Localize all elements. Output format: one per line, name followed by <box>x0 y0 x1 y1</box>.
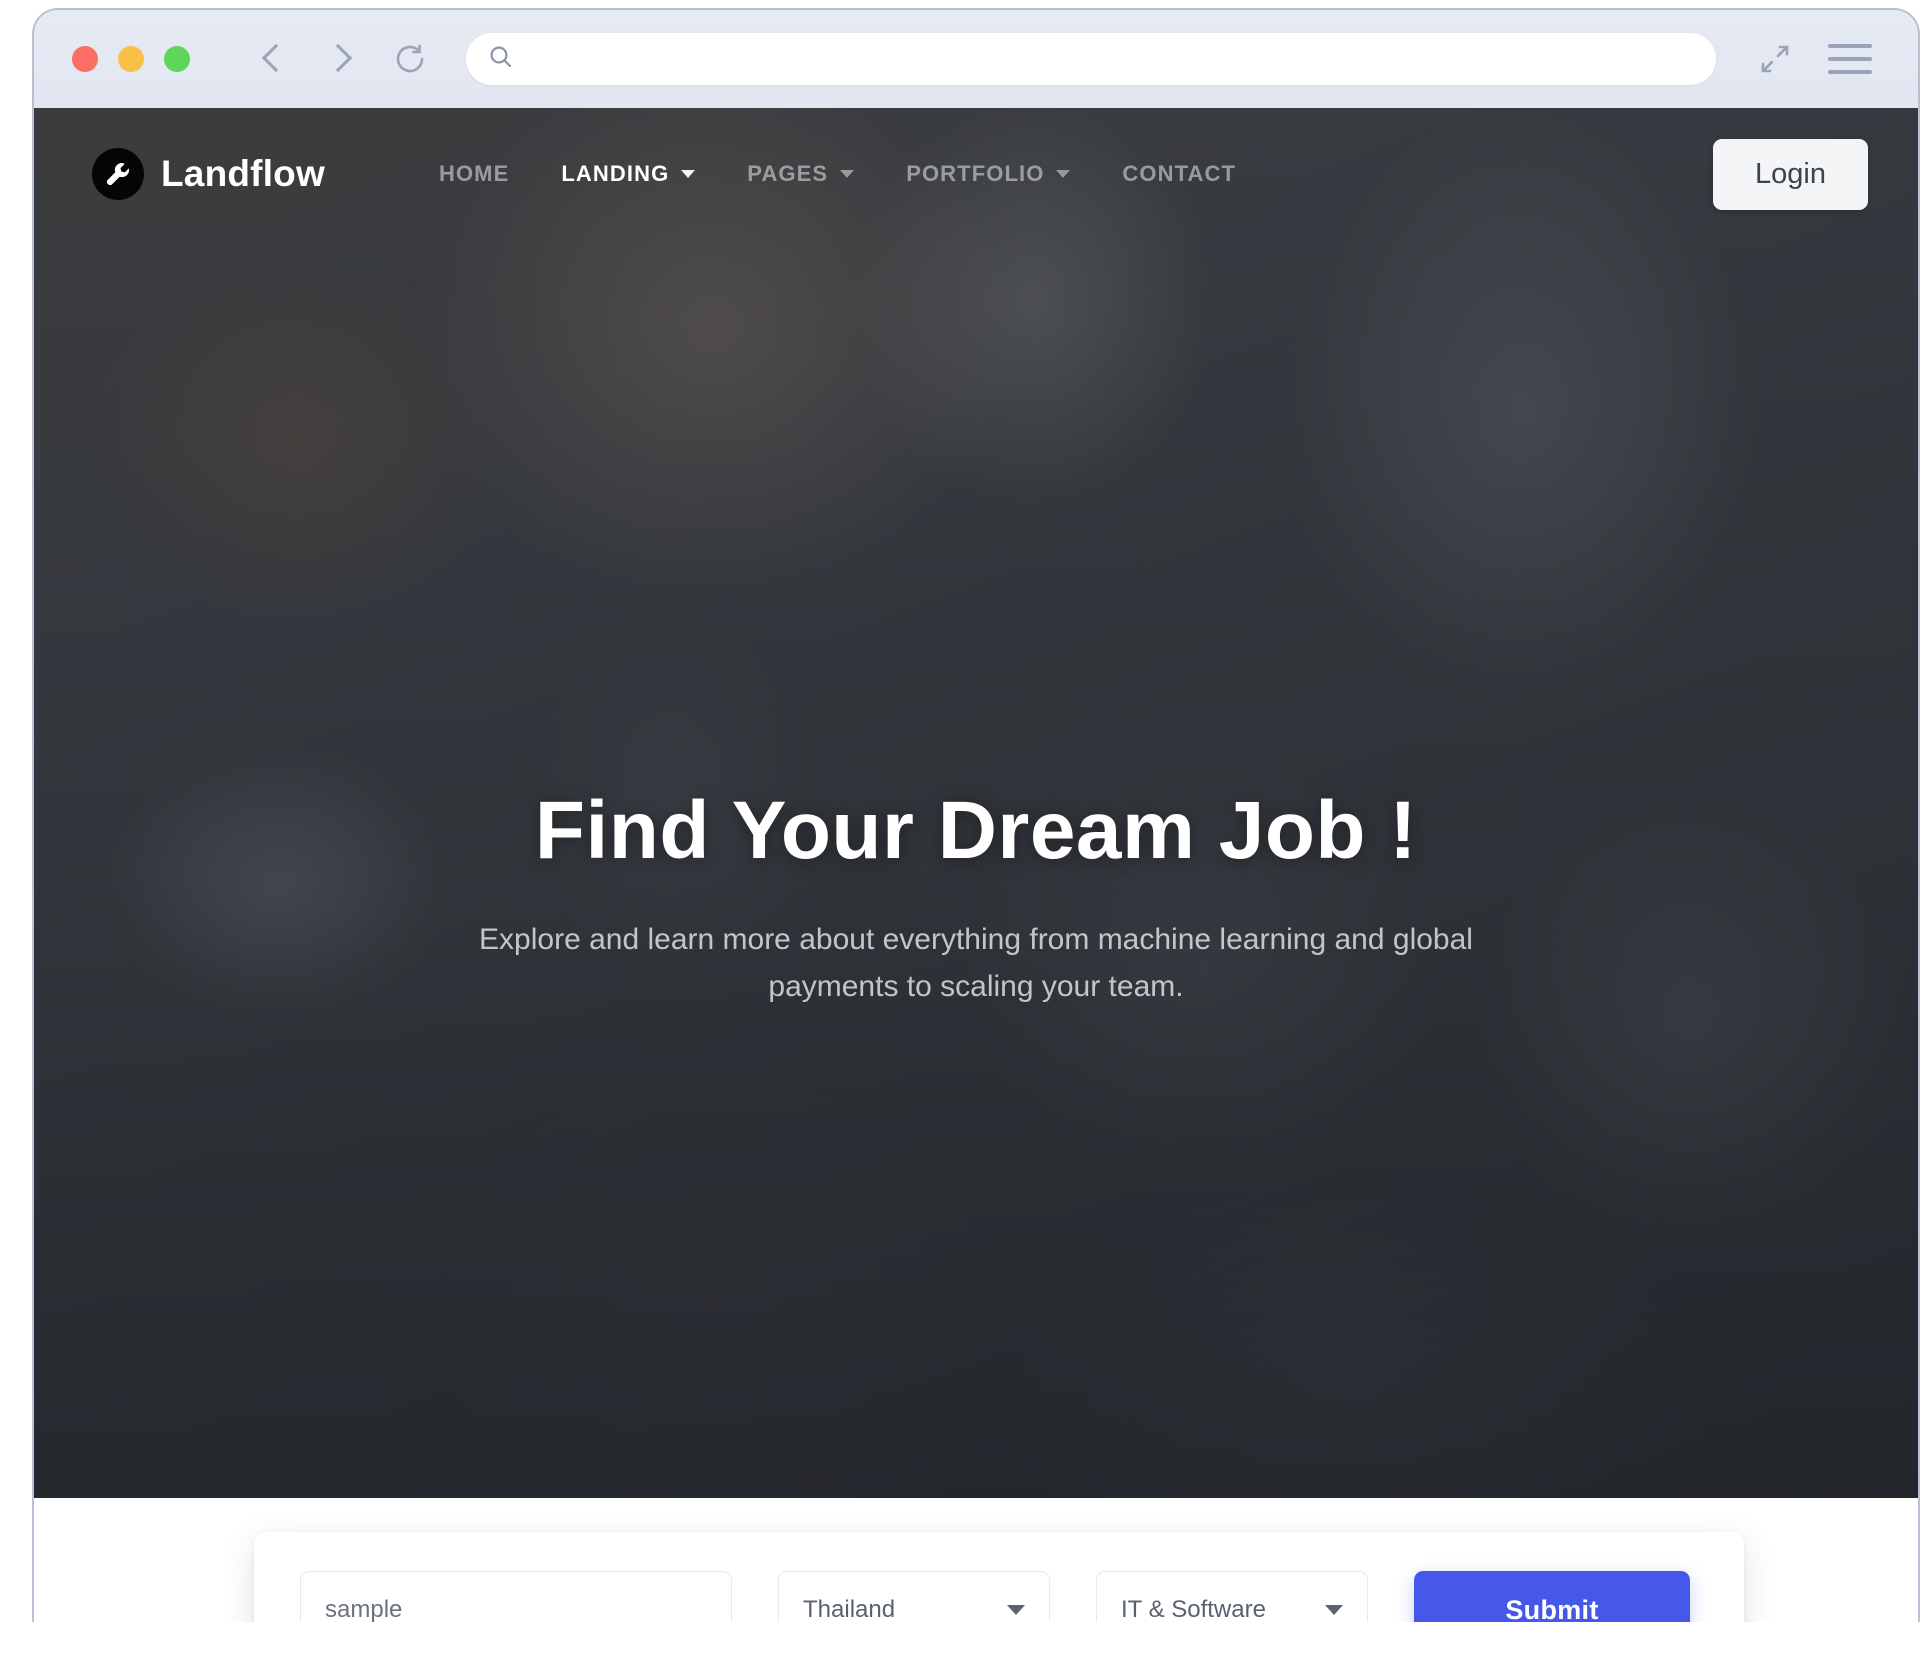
menu-icon[interactable] <box>1828 44 1872 74</box>
address-bar[interactable] <box>466 33 1716 85</box>
location-select[interactable]: Thailand <box>778 1571 1050 1622</box>
nav-item-label: CONTACT <box>1122 161 1237 186</box>
nav-item-label: PAGES <box>747 161 829 186</box>
close-window-button[interactable] <box>72 46 98 72</box>
location-select-value: Thailand <box>803 1596 896 1622</box>
keyword-field[interactable] <box>300 1571 732 1622</box>
category-select-value: IT & Software <box>1121 1596 1266 1622</box>
search-icon <box>488 44 514 75</box>
page-title: Find Your Dream Job ! <box>534 785 1418 876</box>
window-controls <box>72 46 190 72</box>
hero-section: Landflow HOME LANDING PAGES PORTFOLIO CO… <box>34 108 1918 1498</box>
nav-item-home[interactable]: HOME <box>413 161 535 187</box>
navigation-buttons <box>258 39 430 79</box>
browser-window: Landflow HOME LANDING PAGES PORTFOLIO CO… <box>32 8 1920 1622</box>
wrench-icon <box>92 148 144 200</box>
nav-item-portfolio[interactable]: PORTFOLIO <box>880 161 1096 187</box>
site-header: Landflow HOME LANDING PAGES PORTFOLIO CO… <box>34 108 1918 240</box>
login-button[interactable]: Login <box>1713 138 1868 210</box>
chevron-down-icon <box>1325 1605 1343 1615</box>
toolbar-actions <box>1756 40 1872 78</box>
brand-name: Landflow <box>161 153 325 194</box>
reload-icon[interactable] <box>390 39 430 79</box>
back-icon[interactable] <box>258 41 288 77</box>
brand-logo[interactable]: Landflow <box>92 148 325 200</box>
submit-button[interactable]: Submit <box>1414 1571 1690 1622</box>
chevron-down-icon <box>840 170 855 178</box>
job-search-card: Thailand IT & Software Submit <box>254 1532 1744 1622</box>
chevron-down-icon <box>1007 1605 1025 1615</box>
nav-item-label: HOME <box>438 161 510 186</box>
expand-icon[interactable] <box>1756 40 1794 78</box>
address-input[interactable] <box>526 47 1694 71</box>
nav-item-label: PORTFOLIO <box>906 161 1045 186</box>
chevron-down-icon <box>1056 170 1071 178</box>
keyword-input[interactable] <box>325 1596 707 1622</box>
minimize-window-button[interactable] <box>118 46 144 72</box>
page-viewport: Landflow HOME LANDING PAGES PORTFOLIO CO… <box>34 108 1918 1622</box>
nav-item-landing[interactable]: LANDING <box>535 161 721 187</box>
main-navigation: HOME LANDING PAGES PORTFOLIO CONTACT <box>413 161 1262 187</box>
hero-subtitle: Explore and learn more about everything … <box>479 923 1473 1004</box>
hero-copy: Find Your Dream Job ! Explore and learn … <box>34 785 1918 1011</box>
nav-item-label: LANDING <box>561 161 670 186</box>
nav-item-contact[interactable]: CONTACT <box>1096 161 1262 187</box>
category-select[interactable]: IT & Software <box>1096 1571 1368 1622</box>
forward-icon[interactable] <box>324 41 354 77</box>
chevron-down-icon <box>681 170 696 178</box>
maximize-window-button[interactable] <box>164 46 190 72</box>
nav-item-pages[interactable]: PAGES <box>721 161 880 187</box>
browser-toolbar <box>34 10 1918 108</box>
